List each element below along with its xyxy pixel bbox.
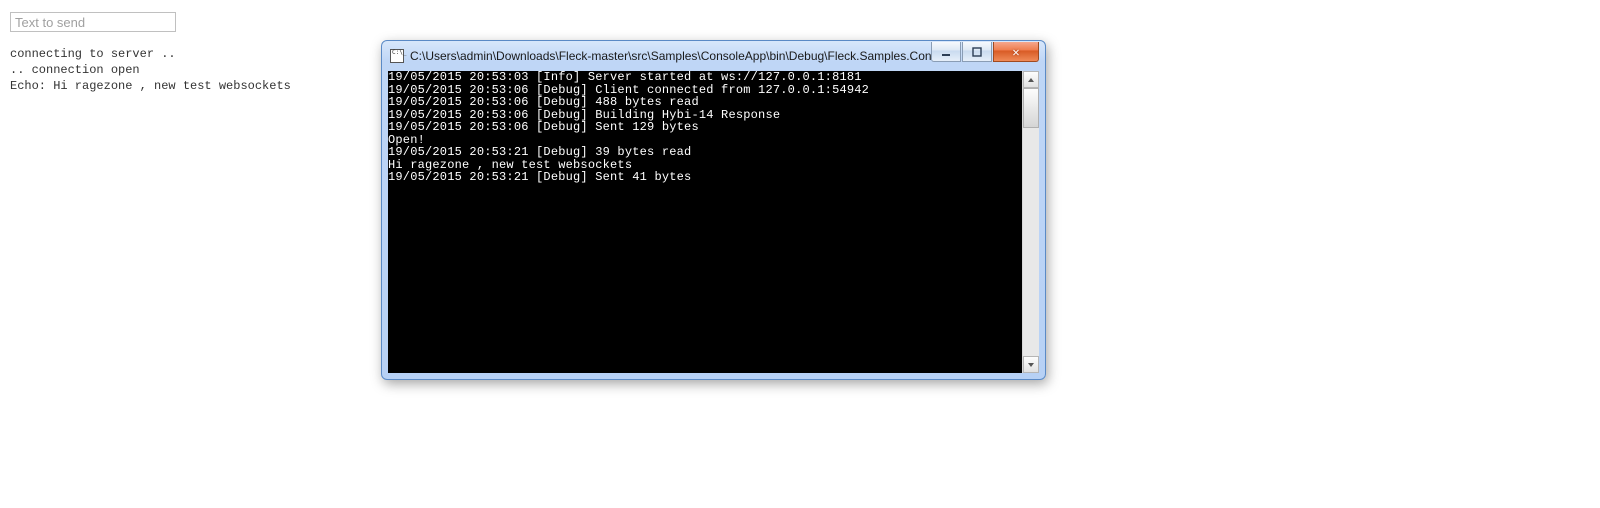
message-input[interactable] — [10, 12, 176, 32]
chevron-up-icon — [1027, 76, 1035, 84]
maximize-icon — [972, 47, 982, 57]
console-output: 19/05/2015 20:53:03 [Info] Server starte… — [388, 71, 1022, 373]
titlebar[interactable]: C:\Users\admin\Downloads\Fleck-master\sr… — [382, 41, 1045, 71]
minimize-icon — [941, 47, 951, 57]
console-window: C:\Users\admin\Downloads\Fleck-master\sr… — [381, 40, 1046, 380]
scroll-down-button[interactable] — [1023, 356, 1039, 373]
close-icon: ✕ — [1012, 45, 1019, 59]
app-icon — [390, 49, 404, 63]
page-log: connecting to server .. .. connection op… — [10, 46, 291, 94]
scroll-track[interactable] — [1023, 88, 1039, 356]
console-body: 19/05/2015 20:53:03 [Info] Server starte… — [388, 71, 1039, 373]
scroll-thumb[interactable] — [1023, 88, 1039, 128]
vertical-scrollbar[interactable] — [1022, 71, 1039, 373]
close-button[interactable]: ✕ — [993, 42, 1039, 62]
chevron-down-icon — [1027, 361, 1035, 369]
window-controls: ✕ — [931, 42, 1039, 62]
scroll-up-button[interactable] — [1023, 71, 1039, 88]
maximize-button[interactable] — [962, 42, 992, 62]
minimize-button[interactable] — [931, 42, 961, 62]
